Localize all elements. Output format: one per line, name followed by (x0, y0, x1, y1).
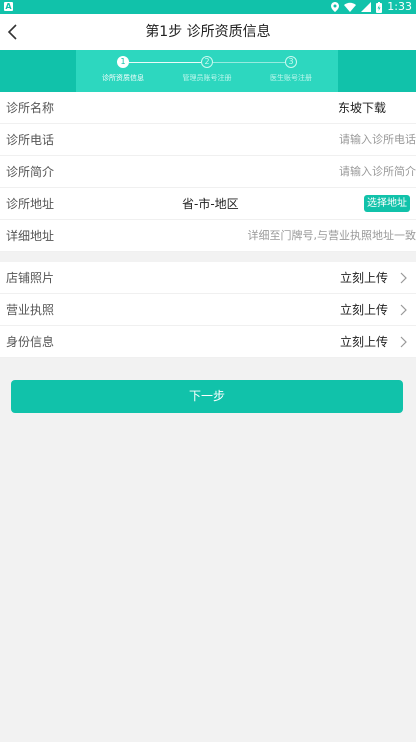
stepper-panel: 1 诊所资质信息 2 管理员账号注册 3 医生账号注册 (76, 50, 338, 92)
region-selector[interactable]: 省-市-地区 (182, 188, 239, 220)
chevron-right-icon (400, 304, 407, 316)
clinic-phone-label: 诊所电话 (6, 133, 55, 147)
step-3-number: 3 (285, 56, 297, 68)
license-label: 营业执照 (6, 303, 55, 317)
title-bar: 第1步 诊所资质信息 (0, 14, 416, 50)
chevron-right-icon (400, 336, 407, 348)
status-icons: 1:33 (331, 0, 412, 14)
chevron-right-icon (400, 272, 407, 284)
step-2: 2 管理员账号注册 (162, 56, 252, 83)
step-3-label: 医生账号注册 (270, 74, 312, 82)
battery-icon (376, 1, 383, 13)
clinic-address-label: 诊所地址 (6, 197, 55, 211)
step-2-number: 2 (201, 56, 213, 68)
step-1: 1 诊所资质信息 (78, 56, 168, 83)
status-bar: A 1:33 (0, 0, 416, 14)
step-1-label: 诊所资质信息 (102, 74, 144, 82)
signal-icon (361, 2, 372, 12)
detail-address-row[interactable]: 详细地址 详细至门牌号,与营业执照地址一致 (0, 220, 416, 252)
clinic-form: 诊所名称 东坡下载 诊所电话 请输入诊所电话 诊所简介 请输入诊所简介 诊所地址… (0, 92, 416, 358)
clinic-intro-label: 诊所简介 (6, 165, 55, 179)
app-badge-icon: A (4, 2, 13, 11)
identity-row[interactable]: 身份信息 立刻上传 (0, 326, 416, 358)
section-divider (0, 252, 416, 262)
step-2-label: 管理员账号注册 (182, 74, 232, 82)
step-1-number: 1 (117, 56, 129, 68)
license-row[interactable]: 营业执照 立刻上传 (0, 294, 416, 326)
shop-photo-upload[interactable]: 立刻上传 (340, 262, 388, 294)
shop-photo-label: 店铺照片 (6, 271, 55, 285)
clinic-name-input[interactable]: 东坡下载 (338, 92, 386, 124)
next-step-button[interactable]: 下一步 (11, 380, 403, 413)
shop-photo-row[interactable]: 店铺照片 立刻上传 (0, 262, 416, 294)
license-upload[interactable]: 立刻上传 (340, 294, 388, 326)
identity-label: 身份信息 (6, 335, 55, 349)
clinic-intro-row[interactable]: 诊所简介 请输入诊所简介 (0, 156, 416, 188)
clinic-phone-row[interactable]: 诊所电话 请输入诊所电话 (0, 124, 416, 156)
detail-address-input[interactable]: 详细至门牌号,与营业执照地址一致 (248, 220, 416, 252)
location-icon (331, 2, 340, 12)
clinic-name-row[interactable]: 诊所名称 东坡下载 (0, 92, 416, 124)
clinic-intro-input[interactable]: 请输入诊所简介 (339, 156, 416, 188)
wifi-icon (344, 2, 357, 12)
page-title: 第1步 诊所资质信息 (145, 24, 271, 40)
stepper: 1 诊所资质信息 2 管理员账号注册 3 医生账号注册 (0, 50, 416, 92)
step-3: 3 医生账号注册 (246, 56, 336, 83)
clinic-phone-input[interactable]: 请输入诊所电话 (339, 124, 416, 156)
clinic-address-row[interactable]: 诊所地址 省-市-地区 选择地址 (0, 188, 416, 220)
detail-address-label: 详细地址 (6, 229, 55, 243)
clinic-name-label: 诊所名称 (6, 101, 55, 115)
status-time: 1:33 (387, 0, 412, 13)
identity-upload[interactable]: 立刻上传 (340, 326, 388, 358)
select-address-button[interactable]: 选择地址 (364, 195, 410, 212)
